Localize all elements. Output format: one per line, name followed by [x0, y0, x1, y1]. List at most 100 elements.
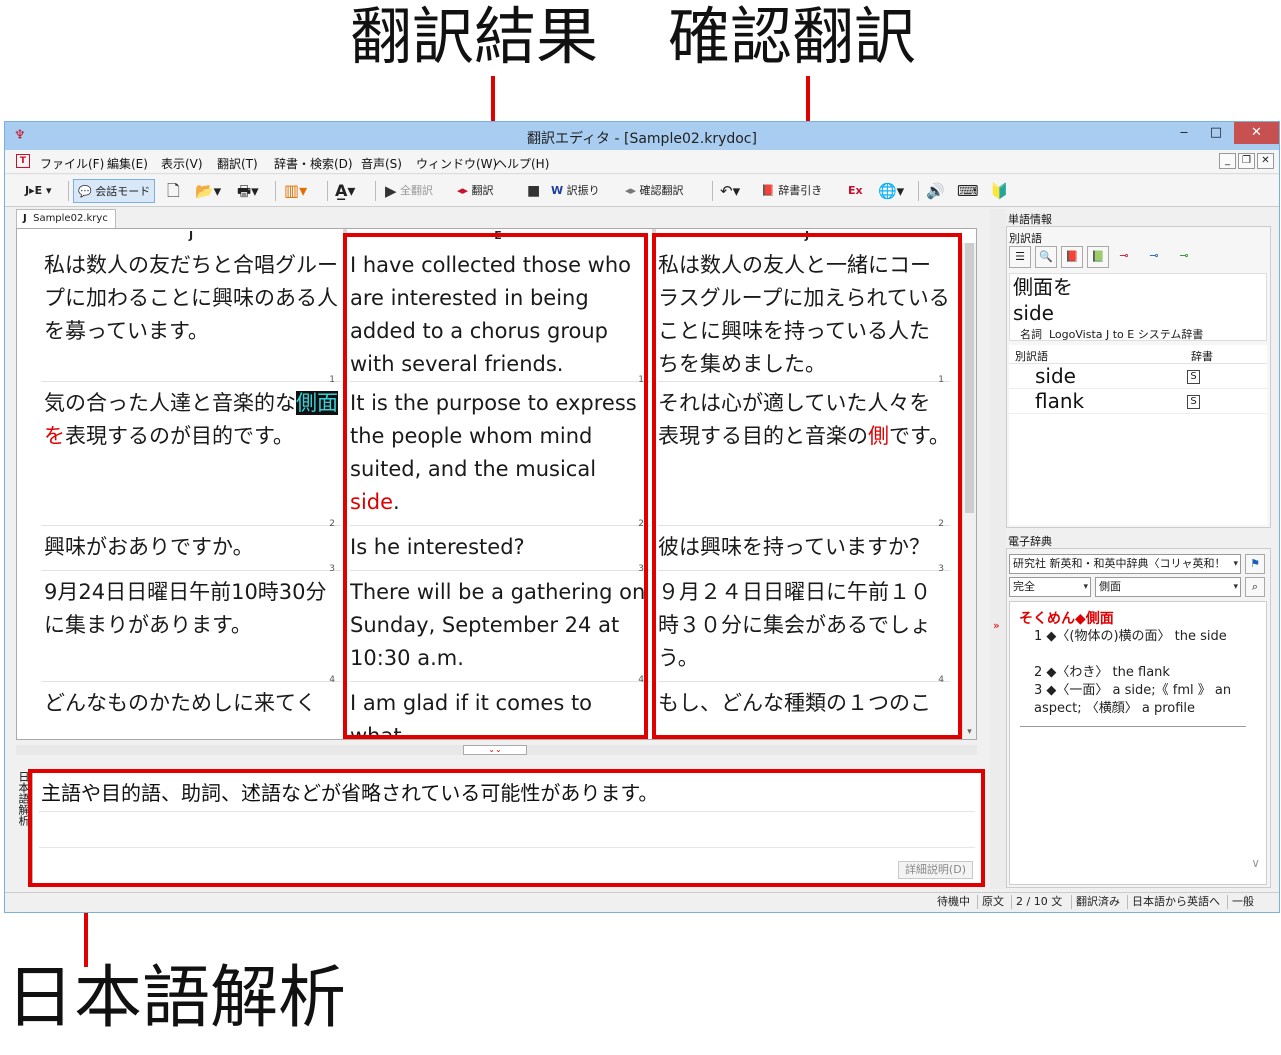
dictionary-name: LogoVista J to E システム辞書	[1049, 328, 1204, 341]
direction-dropdown[interactable]: J▸E ▾	[25, 179, 52, 203]
translation-sentence-2[interactable]: 1 It is the purpose to express the peopl…	[350, 375, 650, 519]
dictionary-select[interactable]: 研究社 新英和・和英中辞典〈コリャ英和！ ▾	[1009, 554, 1241, 574]
alt-list: 別訳語 辞書 side S flank S	[1009, 345, 1267, 525]
translation-text-post: .	[393, 490, 400, 514]
menu-help[interactable]: ヘルプ(H)	[495, 155, 549, 172]
dict-green-icon[interactable]: 📗	[1087, 246, 1109, 268]
collapse-chevron-icon[interactable]: ⌄⌄	[463, 745, 527, 755]
source-sentence-5[interactable]: 4 どんなものかためしに来てく	[41, 675, 341, 720]
binoculars-icon[interactable]: ⌕	[1245, 577, 1265, 597]
editor-scrollbar[interactable]: ▾	[962, 243, 976, 739]
source-sentence-3[interactable]: 2 興味がおありですか。	[41, 519, 341, 564]
dictionary-icon: 📕	[761, 184, 775, 197]
dictionary-lookup-button[interactable]: 📕 辞書引き	[761, 179, 822, 203]
close-button[interactable]: ✕	[1234, 122, 1279, 144]
mdi-restore-button[interactable]: ❐	[1238, 153, 1255, 169]
confirm-sentence-1[interactable]: 私は数人の友人と一緒にコーラスグループに加えられていることに興味を持っている人た…	[658, 249, 950, 381]
selected-word[interactable]: 側面	[296, 391, 338, 415]
slider-green-icon[interactable]: ⊸	[1173, 246, 1195, 268]
confirm-sentence-2[interactable]: 1 それは心が適していた人々を表現する目的と音楽の側です。	[658, 375, 950, 453]
font-icon[interactable]: A̲▾	[335, 179, 355, 203]
side-splitter[interactable]: »	[990, 209, 1006, 889]
translation-column[interactable]: I have collected those who are intereste…	[350, 243, 650, 739]
speaker-icon[interactable]: 🔊	[926, 179, 945, 203]
translation-sentence-4[interactable]: 3 There will be a gathering on Sunday, S…	[350, 564, 650, 675]
menu-view[interactable]: 表示(V)	[161, 155, 203, 172]
source-sentence-1[interactable]: 私は数人の友だちと合唱グループに加わることに興味のある人を募っています。	[41, 249, 341, 348]
confirm-column[interactable]: 私は数人の友人と一緒にコーラスグループに加えられていることに興味を持っている人た…	[658, 243, 950, 739]
dict-red-icon[interactable]: 📕	[1061, 246, 1083, 268]
column-divider[interactable]	[343, 229, 347, 739]
analysis-pane: 主語や目的語、助詞、述語などが省略されている可能性があります。 詳細説明(D)	[32, 770, 982, 884]
detail-explanation-button[interactable]: 詳細説明(D)	[897, 861, 973, 879]
search-dict-icon[interactable]: 🔍	[1035, 246, 1057, 268]
row-separator	[41, 570, 341, 571]
word-meta: 名詞 LogoVista J to E システム辞書	[1020, 326, 1203, 342]
minimize-button[interactable]: ‒	[1169, 122, 1199, 144]
reading-button[interactable]: W 訳振り	[551, 179, 600, 203]
row-separator	[350, 570, 650, 571]
confirm-sentence-3[interactable]: 2 彼は興味を持っていますか？	[658, 519, 950, 564]
translation-sentence-1[interactable]: I have collected those who are intereste…	[350, 249, 650, 381]
source-text: 9月24日日曜日午前10時30分に集まりがあります。	[44, 580, 327, 637]
menu-window[interactable]: ウィンドウ(W)	[416, 155, 497, 172]
web-search-icon[interactable]: 🌐▾	[878, 179, 904, 203]
undo-icon[interactable]: ↶▾	[720, 179, 740, 203]
scrollbar-thumb[interactable]	[965, 243, 974, 513]
column-divider[interactable]	[652, 229, 656, 739]
document-icon[interactable]: T	[16, 154, 30, 168]
scroll-down-icon[interactable]: ∨	[1251, 856, 1260, 870]
translation-sentence-5[interactable]: 4 I am glad if it comes to what	[350, 675, 650, 739]
scroll-down-icon[interactable]: ▾	[963, 727, 976, 739]
row-separator	[658, 525, 950, 526]
open-folder-icon[interactable]: 📂▾	[195, 179, 221, 203]
translation-sentence-3[interactable]: 2 Is he interested?	[350, 519, 650, 564]
conversation-mode-button[interactable]: 💬 会話モード	[73, 179, 156, 203]
expand-chevron-icon[interactable]: »	[993, 619, 1000, 632]
stop-button[interactable]: ■	[527, 179, 540, 203]
layout-columns-icon[interactable]: ▥▾	[284, 179, 307, 203]
title-bar[interactable]: ♆ 翻訳エディタ - [Sample02.krydoc] ‒ □ ✕	[5, 122, 1279, 150]
alt-word-row[interactable]: side S	[1009, 364, 1267, 389]
keyboard-icon[interactable]: ⌨	[957, 179, 979, 203]
translate-all-button[interactable]: ▶ 全翻訳	[385, 179, 433, 203]
menu-dictionary[interactable]: 辞書・検索(D)	[274, 155, 353, 172]
sentence-number: 3	[638, 564, 644, 574]
confirm-sentence-4[interactable]: 3 ９月２４日日曜日に午前１０時３０分に集会があるでしょう。	[658, 564, 950, 675]
analysis-splitter[interactable]: ⌄⌄	[16, 745, 977, 755]
source-column[interactable]: 私は数人の友だちと合唱グループに加わることに興味のある人を募っています。 1 気…	[41, 243, 341, 739]
mdi-close-button[interactable]: ✕	[1257, 153, 1274, 169]
menu-edit[interactable]: 編集(E)	[107, 155, 148, 172]
print-icon[interactable]: 🖶▾	[237, 179, 259, 203]
translated-word[interactable]: side	[350, 490, 393, 514]
sentence-number: 2	[329, 519, 335, 529]
document-tab[interactable]: J Sample02.kryc	[16, 209, 116, 229]
source-sentence-4[interactable]: 3 9月24日日曜日午前10時30分に集まりがあります。	[41, 564, 341, 642]
source-sentence-2[interactable]: 1 気の合った人達と音楽的な側面を表現するのが目的です。	[41, 375, 341, 453]
dictionary-lookup-label: 辞書引き	[778, 184, 823, 197]
ex-dictionary-icon[interactable]: Ex	[848, 179, 863, 203]
confirm-translate-button[interactable]: ◂▸ 確認翻訳	[625, 179, 684, 203]
match-select[interactable]: 完全 ▾	[1009, 577, 1091, 597]
menu-voice[interactable]: 音声(S)	[361, 155, 402, 172]
confirm-word[interactable]: 側	[868, 424, 889, 448]
slider-blue-icon[interactable]: ⊸	[1143, 246, 1165, 268]
translation-editor: J E J 私は数人の友だちと合唱グループに加わることに興味のある人を募っていま…	[16, 228, 977, 740]
new-document-icon[interactable]: 🗋	[167, 179, 180, 203]
slider-red-icon[interactable]: ⊸	[1113, 246, 1135, 268]
alt-word-row[interactable]: flank S	[1009, 389, 1267, 414]
menu-file[interactable]: ファイル(F)	[40, 155, 104, 172]
list-icon[interactable]: ☰	[1009, 246, 1031, 268]
row-separator	[658, 381, 950, 382]
maximize-button[interactable]: □	[1201, 122, 1231, 144]
translate-button[interactable]: ◂▸ 翻訳	[457, 179, 494, 203]
play-icon: ▶	[385, 182, 397, 200]
column-header-confirm: J	[804, 229, 810, 242]
mdi-minimize-button[interactable]: _	[1219, 153, 1236, 169]
query-input[interactable]: 側面 ▾	[1095, 577, 1241, 597]
menu-translate[interactable]: 翻訳(T)	[217, 155, 258, 172]
confirm-sentence-5[interactable]: 4 もし、どんな種類の１つのこ	[658, 675, 950, 720]
source-text: どんなものかためしに来てく	[44, 691, 317, 715]
beginner-mark-icon[interactable]: 🔰	[990, 179, 1009, 203]
dictionary-settings-icon[interactable]: ⚑	[1245, 554, 1265, 574]
